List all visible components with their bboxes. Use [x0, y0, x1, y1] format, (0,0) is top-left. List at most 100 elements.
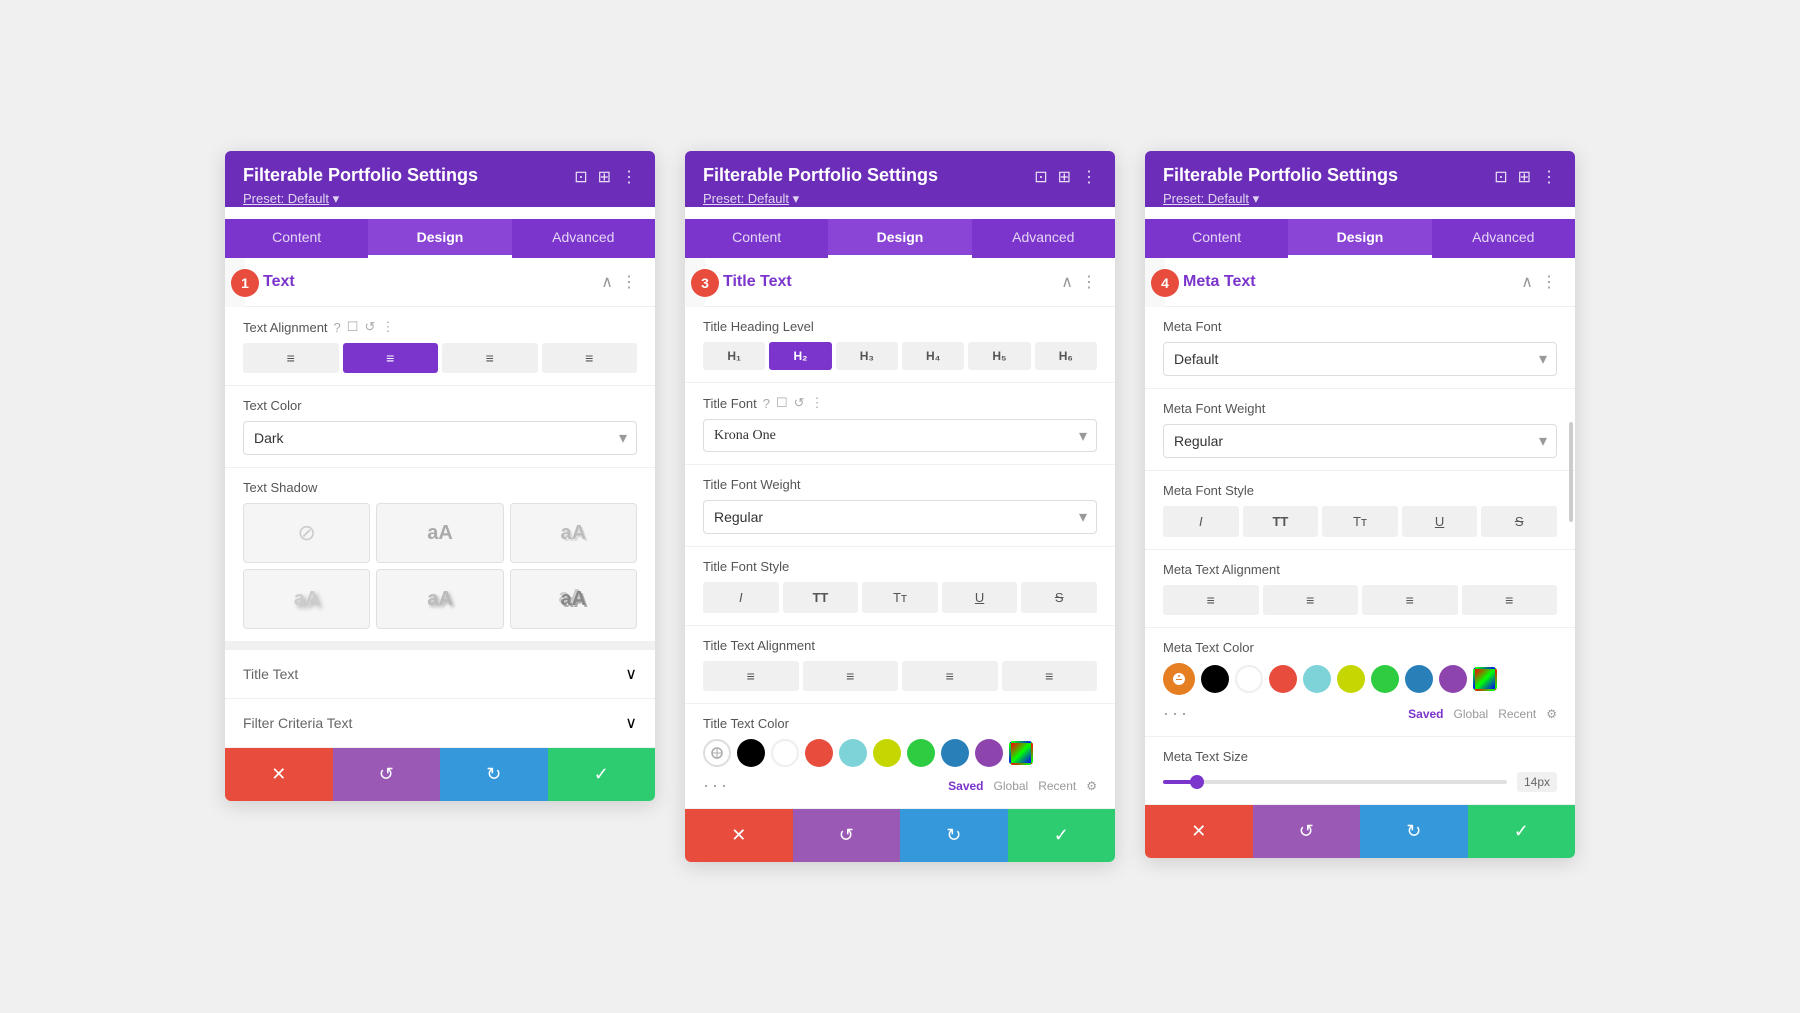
undo-button-3[interactable]: ↺: [1253, 805, 1361, 858]
color-cyan[interactable]: [839, 739, 867, 767]
text-color-select[interactable]: Dark Light: [243, 421, 637, 455]
meta-align-left[interactable]: ≡: [1163, 585, 1259, 615]
more-icon-field[interactable]: ⋮: [381, 319, 394, 335]
italic-btn[interactable]: I: [703, 582, 779, 613]
section-2-more-icon[interactable]: ⋮: [1081, 272, 1097, 292]
redo-button-1[interactable]: ↻: [440, 748, 548, 801]
title-align-justify[interactable]: ≡: [1002, 661, 1098, 691]
more-icon-2[interactable]: ⋮: [1081, 167, 1097, 187]
undo-button-2[interactable]: ↺: [793, 809, 901, 862]
color-white[interactable]: [771, 739, 799, 767]
color-red[interactable]: [805, 739, 833, 767]
expand-icon-2[interactable]: ∨: [625, 713, 637, 733]
cancel-button-2[interactable]: ✕: [685, 809, 793, 862]
more-colors-btn[interactable]: ···: [703, 775, 730, 796]
meta-font-weight-select[interactable]: Regular Bold: [1163, 424, 1557, 458]
meta-capitalize-btn[interactable]: Tᴛ: [1322, 506, 1398, 537]
font-more-icon[interactable]: ⋮: [811, 395, 824, 411]
color-blue[interactable]: [941, 739, 969, 767]
shadow-1[interactable]: aA: [376, 503, 503, 563]
meta-color-picker-btn[interactable]: [1163, 663, 1195, 695]
global-tab[interactable]: Global: [994, 779, 1029, 793]
meta-color-blue[interactable]: [1405, 665, 1433, 693]
capitalize-btn[interactable]: Tᴛ: [862, 582, 938, 613]
collapse-icon[interactable]: ∧: [601, 272, 613, 292]
tab-design-3[interactable]: Design: [1288, 219, 1431, 258]
screen-icon[interactable]: ⊡: [574, 167, 587, 187]
align-left[interactable]: ≡: [243, 343, 339, 373]
meta-color-red[interactable]: [1269, 665, 1297, 693]
tab-advanced-1[interactable]: Advanced: [512, 219, 655, 258]
h1-btn[interactable]: H₁: [703, 342, 765, 370]
meta-color-white[interactable]: [1235, 665, 1263, 693]
shadow-3[interactable]: aA: [243, 569, 370, 629]
meta-underline-btn[interactable]: U: [1402, 506, 1478, 537]
more-icon-3[interactable]: ⋮: [1541, 167, 1557, 187]
expand-icon[interactable]: ∨: [625, 664, 637, 684]
align-center[interactable]: ≡: [343, 343, 439, 373]
tab-advanced-2[interactable]: Advanced: [972, 219, 1115, 258]
meta-align-justify[interactable]: ≡: [1462, 585, 1558, 615]
meta-recent-tab[interactable]: Recent: [1498, 707, 1536, 721]
tab-content-1[interactable]: Content: [225, 219, 368, 258]
tab-design-2[interactable]: Design: [828, 219, 971, 258]
tab-advanced-3[interactable]: Advanced: [1432, 219, 1575, 258]
meta-color-green[interactable]: [1371, 665, 1399, 693]
tab-content-2[interactable]: Content: [685, 219, 828, 258]
shadow-2[interactable]: aA: [510, 503, 637, 563]
color-yellow[interactable]: [873, 739, 901, 767]
cancel-button-1[interactable]: ✕: [225, 748, 333, 801]
meta-align-right[interactable]: ≡: [1362, 585, 1458, 615]
shadow-none[interactable]: ⊘: [243, 503, 370, 563]
redo-button-2[interactable]: ↻: [900, 809, 1008, 862]
cancel-button-3[interactable]: ✕: [1145, 805, 1253, 858]
layout-icon[interactable]: ⊞: [598, 167, 611, 187]
section-3-more-icon[interactable]: ⋮: [1541, 272, 1557, 292]
meta-strikethrough-btn[interactable]: S: [1481, 506, 1557, 537]
font-reset-icon[interactable]: ↺: [794, 395, 805, 411]
h2-btn[interactable]: H₂: [769, 342, 831, 370]
tab-content-3[interactable]: Content: [1145, 219, 1288, 258]
meta-color-cyan[interactable]: [1303, 665, 1331, 693]
meta-align-center[interactable]: ≡: [1263, 585, 1359, 615]
title-align-right[interactable]: ≡: [902, 661, 998, 691]
collapse-icon-3[interactable]: ∧: [1521, 272, 1533, 292]
title-text-section[interactable]: Title Text ∨: [225, 650, 655, 699]
title-align-left[interactable]: ≡: [703, 661, 799, 691]
color-black[interactable]: [737, 739, 765, 767]
undo-button-1[interactable]: ↺: [333, 748, 441, 801]
reset-icon[interactable]: ↺: [364, 319, 375, 335]
color-green[interactable]: [907, 739, 935, 767]
h6-btn[interactable]: H₆: [1035, 342, 1097, 370]
meta-color-black[interactable]: [1201, 665, 1229, 693]
h4-btn[interactable]: H₄: [902, 342, 964, 370]
filter-criteria-section[interactable]: Filter Criteria Text ∨: [225, 699, 655, 748]
color-purple[interactable]: [975, 739, 1003, 767]
shadow-4[interactable]: aA: [376, 569, 503, 629]
settings-icon[interactable]: ⚙: [1086, 779, 1097, 793]
layout-icon-3[interactable]: ⊞: [1518, 167, 1531, 187]
screen-icon-2[interactable]: ⊡: [1034, 167, 1047, 187]
meta-global-tab[interactable]: Global: [1454, 707, 1489, 721]
help-icon[interactable]: ?: [334, 320, 341, 335]
meta-uppercase-btn[interactable]: TT: [1243, 506, 1319, 537]
saved-tab[interactable]: Saved: [948, 779, 983, 793]
shadow-5[interactable]: aA: [510, 569, 637, 629]
title-font-select[interactable]: Krona One: [703, 419, 1097, 452]
meta-more-colors-btn[interactable]: ···: [1163, 703, 1190, 724]
title-align-center[interactable]: ≡: [803, 661, 899, 691]
confirm-button-2[interactable]: ✓: [1008, 809, 1116, 862]
uppercase-btn[interactable]: TT: [783, 582, 859, 613]
meta-size-slider-track[interactable]: [1163, 780, 1507, 784]
title-font-weight-select[interactable]: Regular Bold: [703, 500, 1097, 534]
screen-icon-3[interactable]: ⊡: [1494, 167, 1507, 187]
device-icon[interactable]: ☐: [347, 319, 359, 335]
collapse-icon-2[interactable]: ∧: [1061, 272, 1073, 292]
font-help-icon[interactable]: ?: [763, 396, 770, 411]
align-right[interactable]: ≡: [442, 343, 538, 373]
meta-saved-tab[interactable]: Saved: [1408, 707, 1443, 721]
meta-font-select[interactable]: Default: [1163, 342, 1557, 376]
layout-icon-2[interactable]: ⊞: [1058, 167, 1071, 187]
meta-color-purple[interactable]: [1439, 665, 1467, 693]
h5-btn[interactable]: H₅: [968, 342, 1030, 370]
